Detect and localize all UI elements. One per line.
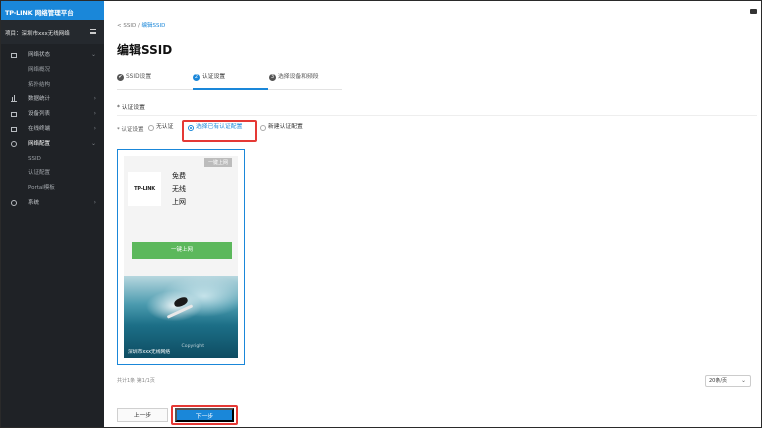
sidebar-item-network-config[interactable]: 网络配置 ⌄ bbox=[1, 137, 104, 152]
highlight-box-next-button bbox=[171, 405, 238, 425]
radio-label: 无认证 bbox=[156, 124, 174, 130]
chevron-right-icon: › bbox=[93, 198, 96, 206]
step-label: 选择设备和频段 bbox=[278, 74, 319, 80]
prev-step-button[interactable]: 上一步 bbox=[117, 408, 168, 422]
sidebar: TP-LINK 网络管理平台 项目：深圳市xxx无线网络 网络状态 ⌄ 网络概况… bbox=[1, 1, 104, 427]
step-device-band[interactable]: 3 选择设备和频段 bbox=[269, 72, 342, 90]
top-bar bbox=[104, 1, 761, 15]
sidebar-item-label: 在线终端 bbox=[28, 125, 51, 132]
bar-chart-icon bbox=[11, 95, 17, 103]
divider bbox=[117, 115, 757, 116]
sidebar-item-label: 认证配置 bbox=[28, 170, 51, 177]
breadcrumb-back-link[interactable]: < SSID / bbox=[117, 23, 142, 29]
preview-ssid-caption: 深圳市xxx无线网络 bbox=[128, 350, 171, 355]
sidebar-item-auth-config[interactable]: 认证配置 bbox=[1, 166, 104, 181]
brand-header: TP-LINK 网络管理平台 bbox=[1, 1, 104, 20]
pagination-total: 共计1条 第1/1页 bbox=[117, 378, 155, 384]
portal-preview-card[interactable]: 一键上网 TP-LINK 免费 无线 上网 一键上网 Copyright 深圳市… bbox=[117, 149, 245, 365]
sidebar-item-network-status[interactable]: 网络状态 ⌄ bbox=[1, 48, 104, 63]
sidebar-item-online-terminals[interactable]: 在线终端 › bbox=[1, 122, 104, 137]
sidebar-item-label: Portal模板 bbox=[28, 185, 55, 192]
chevron-right-icon: › bbox=[93, 110, 96, 118]
tp-link-logo: TP-LINK bbox=[5, 9, 33, 17]
main-content: < SSID / 编辑SSID 编辑SSID ✔ SSID设置 2 认证设置 3… bbox=[104, 15, 761, 427]
terminal-icon bbox=[11, 126, 17, 132]
sidebar-item-label: 数据统计 bbox=[28, 96, 51, 103]
gear-icon bbox=[11, 140, 17, 147]
portal-preview: 一键上网 TP-LINK 免费 无线 上网 一键上网 Copyright 深圳市… bbox=[124, 156, 238, 358]
project-label: 项目：深圳市xxx无线网络 bbox=[5, 31, 70, 37]
sidebar-item-label: 系统 bbox=[28, 199, 40, 206]
sidebar-item-topology[interactable]: 拓扑结构 bbox=[1, 78, 104, 93]
sidebar-item-statistics[interactable]: 数据统计 › bbox=[1, 92, 104, 107]
chevron-down-icon: ⌄ bbox=[90, 139, 96, 147]
sidebar-item-label: 网络状态 bbox=[28, 52, 51, 58]
sidebar-item-device-list[interactable]: 设备列表 › bbox=[1, 107, 104, 122]
radio-circle-icon[interactable] bbox=[148, 124, 154, 131]
step-ssid-settings[interactable]: ✔ SSID设置 bbox=[117, 72, 191, 90]
sidebar-item-portal-template[interactable]: Portal模板 bbox=[1, 181, 104, 196]
sidebar-item-network-overview[interactable]: 网络概况 bbox=[1, 63, 104, 78]
brand-title: 网络管理平台 bbox=[34, 9, 74, 17]
highlight-box-existing-auth bbox=[182, 120, 257, 142]
chevron-down-icon: ⌄ bbox=[90, 51, 96, 58]
step-auth-settings[interactable]: 2 认证设置 bbox=[193, 72, 268, 90]
project-selector[interactable]: 项目：深圳市xxx无线网络 bbox=[1, 20, 104, 44]
auth-field-label: * 认证设置 bbox=[117, 127, 144, 133]
sidebar-item-label: 设备列表 bbox=[28, 111, 51, 118]
sidebar-nav: 网络状态 ⌄ 网络概况 拓扑结构 数据统计 › 设备列表 › 在线终端 › 网络… bbox=[1, 44, 104, 211]
preview-slogan: 免费 无线 上网 bbox=[172, 172, 186, 206]
radio-new-auth[interactable]: 新建认证配置 bbox=[260, 123, 303, 132]
radio-label: 新建认证配置 bbox=[268, 124, 303, 130]
step-number: 3 bbox=[269, 74, 276, 81]
breadcrumb-current: 编辑SSID bbox=[141, 23, 166, 29]
chevron-right-icon: › bbox=[93, 95, 96, 103]
step-number: 2 bbox=[193, 74, 200, 81]
sidebar-item-ssid[interactable]: SSID bbox=[1, 152, 104, 167]
monitor-icon bbox=[11, 53, 17, 58]
device-list-icon bbox=[11, 112, 17, 118]
breadcrumb: < SSID / 编辑SSID bbox=[117, 21, 165, 29]
chevron-down-icon: ⌄ bbox=[740, 377, 746, 384]
system-gear-icon bbox=[11, 199, 17, 206]
sidebar-item-label: SSID bbox=[28, 155, 41, 162]
sidebar-item-label: 网络概况 bbox=[28, 66, 51, 73]
radio-no-auth[interactable]: 无认证 bbox=[148, 123, 173, 132]
radio-circle-icon[interactable] bbox=[260, 124, 266, 131]
template-tag: 一键上网 bbox=[203, 158, 232, 167]
sidebar-item-system[interactable]: 系统 › bbox=[1, 196, 104, 211]
preview-connect-button: 一键上网 bbox=[132, 242, 232, 259]
step-indicator: ✔ SSID设置 2 认证设置 3 选择设备和频段 bbox=[117, 72, 342, 90]
step-label: 认证设置 bbox=[202, 74, 226, 80]
sidebar-item-label: 网络配置 bbox=[28, 140, 51, 147]
page-title: 编辑SSID bbox=[117, 43, 173, 57]
section-title: * 认证设置 bbox=[117, 105, 145, 111]
hamburger-menu-icon[interactable] bbox=[90, 29, 96, 34]
surf-image: Copyright 深圳市xxx无线网络 bbox=[124, 276, 238, 358]
copyright-text: Copyright bbox=[181, 344, 204, 349]
page-size-value: 20条/页 bbox=[709, 378, 728, 384]
chevron-right-icon: › bbox=[93, 124, 96, 132]
preview-logo: TP-LINK bbox=[128, 172, 161, 206]
message-icon[interactable] bbox=[750, 9, 757, 14]
sidebar-item-label: 拓扑结构 bbox=[28, 81, 51, 88]
check-circle-icon: ✔ bbox=[117, 74, 124, 81]
page-size-select[interactable]: 20条/页 ⌄ bbox=[705, 375, 751, 387]
step-label: SSID设置 bbox=[126, 74, 152, 80]
